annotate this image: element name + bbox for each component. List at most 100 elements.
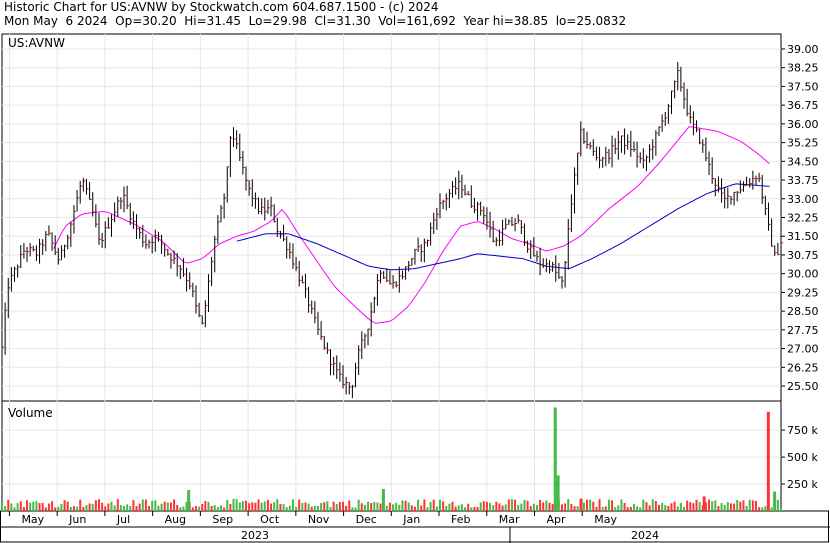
volume-bar [229,503,232,511]
volume-bar [470,507,473,511]
volume-bar [510,499,513,511]
volume-bar [482,501,485,511]
volume-bar [101,502,104,511]
price-tick-label: 33.75 [787,174,819,187]
volume-bar [673,501,676,511]
volume-bar [639,507,642,511]
volume-bar [770,507,773,511]
volume-bar [119,505,122,511]
price-tick-label: 27.75 [787,324,819,337]
volume-bar [451,501,454,511]
volume-bar [210,506,213,511]
volume-bar [445,506,448,511]
price-tick-label: 35.25 [787,137,819,150]
volume-bar [273,502,276,511]
volume-bar [351,507,354,511]
volume-bar [335,504,338,511]
volume-bar [32,501,35,511]
month-label: Jan [402,513,420,526]
volume-bar [614,507,617,511]
volume-bar [129,505,132,511]
volume-spike [702,496,706,511]
volume-spike [553,407,557,511]
volume-bar [260,502,263,511]
volume-bar [79,499,82,511]
volume-bar [467,503,470,511]
volume-bar [532,503,535,511]
volume-bar [717,506,720,511]
volume-bar [266,499,269,511]
volume-bar [367,501,370,511]
price-tick-label: 34.50 [787,155,819,168]
volume-bar [507,499,510,511]
price-tick-label: 31.50 [787,230,819,243]
volume-bar [104,506,107,511]
volume-bar [107,503,110,511]
volume-bar [213,505,216,511]
volume-bar [420,505,423,511]
volume-bar [636,506,639,511]
month-label: Nov [308,513,330,526]
volume-bar [501,505,504,511]
volume-bar [179,507,182,511]
volume-bar [257,499,260,511]
volume-bar [238,502,241,511]
volume-bar [561,504,564,511]
year-label-2024: 2024 [631,529,659,542]
volume-bar [492,505,495,511]
volume-bar [69,506,72,511]
volume-bar [395,502,398,511]
volume-bar [13,507,16,511]
volume-bar [523,499,526,511]
volume-bar [22,507,25,511]
volume-bar [66,501,69,511]
volume-bar [132,500,135,511]
volume-bar [539,499,542,511]
volume-bar [91,503,94,511]
volume-bar [204,501,207,511]
volume-bar [423,499,426,511]
volume-bar [479,502,482,511]
volume-bar [157,505,160,511]
volume-spike [556,475,560,511]
volume-bar [16,503,19,511]
volume-bar [110,501,113,511]
volume-bar [94,500,97,511]
volume-bar [548,502,551,511]
month-label: Apr [547,513,567,526]
volume-bar [498,503,501,511]
volume-bar [526,500,529,511]
volume-bar [307,503,310,511]
volume-bar [683,506,686,511]
volume-bar [567,499,570,511]
volume-bar [342,501,345,511]
month-label: Jun [68,513,86,526]
volume-bar [398,504,401,511]
price-tick-label: 37.50 [787,80,819,93]
volume-bar [154,500,157,511]
price-tick-label: 32.25 [787,212,819,225]
volume-bar [698,502,701,511]
month-label: May [594,513,617,526]
volume-bar [63,500,66,511]
volume-bar [679,502,682,511]
volume-spike [766,411,770,511]
volume-bar [310,506,313,511]
volume-bar [754,500,757,511]
volume-bar [545,500,548,511]
year-label-2023: 2023 [241,529,269,542]
volume-bar [651,499,654,511]
volume-bar [745,505,748,511]
price-tick-label: 36.00 [787,118,819,131]
volume-bar [7,499,10,511]
volume-bar [517,505,520,511]
volume-bar [432,499,435,511]
volume-bar [454,506,457,511]
volume-bar [182,506,185,511]
volume-bar [601,506,604,511]
volume-bar [138,503,141,511]
volume-bar [385,505,388,511]
volume-bar [692,503,695,511]
volume-label: Volume [8,406,53,420]
volume-bar [426,507,429,511]
